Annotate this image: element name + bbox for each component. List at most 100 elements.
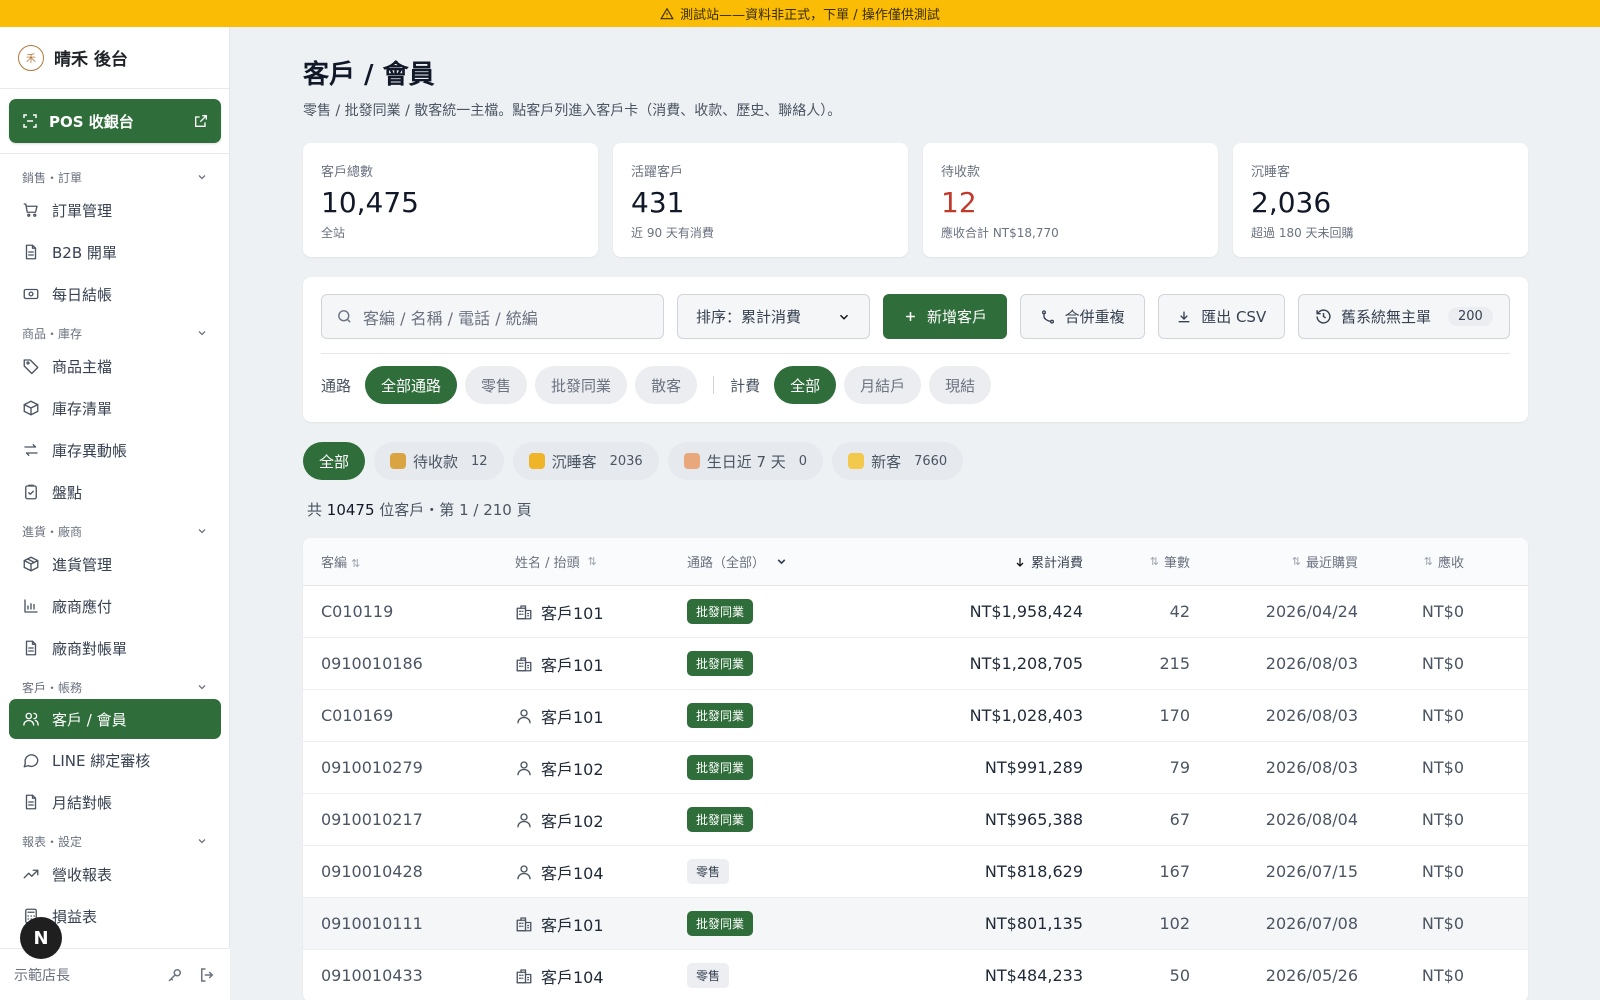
sidebar-item[interactable]: 盤點	[0, 471, 221, 513]
sidebar-item[interactable]: B2B 開單	[0, 231, 221, 273]
table-row[interactable]: C010169 客戶101 批發同業 NT$1,028,403 170 2026/08/0…	[303, 690, 1528, 742]
col-receivable[interactable]: ⇅ 應收	[1358, 552, 1464, 571]
cell-name: 客戶101	[515, 652, 687, 676]
nav-section-header[interactable]: 客戶・帳務	[0, 675, 230, 699]
segment-count: 7660	[914, 453, 948, 469]
nav-section-header[interactable]: 商品・庫存	[0, 321, 230, 345]
cell-code: 0910010111	[321, 914, 423, 933]
sidebar-item-label: 訂單管理	[52, 201, 113, 220]
col-name[interactable]: 姓名 / 抬頭 ⇅	[515, 552, 687, 571]
table-row[interactable]: 0910010279 客戶102 批發同業 NT$991,289 79 2026/08/0…	[303, 742, 1528, 794]
nav-section-label: 銷售・訂單	[22, 170, 83, 185]
user-avatar[interactable]: N	[20, 917, 62, 959]
sidebar-item[interactable]: 商品主檔	[0, 345, 221, 387]
result-summary: 共 10475 位客戶・第 1 / 210 頁	[307, 499, 532, 520]
sort-select-value: 排序：累計消費	[695, 308, 801, 326]
export-csv-button[interactable]: 匯出 CSV	[1157, 294, 1285, 339]
col-last-purchase[interactable]: ⇅ 最近購買	[1190, 552, 1358, 571]
col-spend[interactable]: 累計消費	[887, 552, 1083, 571]
cell-spend: NT$1,958,424	[969, 602, 1083, 621]
nav-section-header[interactable]: 報表・設定	[0, 829, 230, 853]
sidebar-item[interactable]: 訂單管理	[0, 189, 221, 231]
nav-section-header[interactable]: 銷售・訂單	[0, 165, 230, 189]
stat-label: 待收款	[941, 165, 981, 180]
customer-name: 客戶104	[541, 967, 604, 987]
chevron-down-icon	[198, 839, 206, 844]
sort-icon: ⇅	[1149, 555, 1159, 568]
channel-pill[interactable]: 全部通路	[365, 366, 458, 404]
search-input[interactable]: 客編 / 名稱 / 電話 / 統編	[321, 294, 664, 339]
billing-pill[interactable]: 現結	[929, 366, 992, 404]
segment-chip[interactable]: 待收款 12	[374, 442, 504, 480]
billing-pill[interactable]: 全部	[774, 366, 837, 404]
cell-spend: NT$1,028,403	[969, 706, 1083, 725]
sidebar-item[interactable]: 庫存清單	[0, 387, 221, 429]
nav-section-header[interactable]: 進貨・廠商	[0, 519, 230, 543]
merge-duplicates-button[interactable]: 合併重複	[1019, 294, 1145, 339]
segment-label: 沉睡客	[551, 452, 597, 471]
cell-spend: NT$991,289	[984, 758, 1083, 777]
segment-chip[interactable]: 生日近 7 天 0	[667, 442, 824, 480]
person-icon	[517, 864, 531, 879]
cell-code: 0910010186	[321, 654, 423, 673]
table-row[interactable]: 0910010111 客戶101 批發同業 NT$801,135 102 2026/07/…	[303, 898, 1528, 950]
brand[interactable]: 禾 晴禾 後台	[0, 27, 229, 89]
sort-select[interactable]: 排序：累計消費	[676, 294, 871, 339]
cell-orders: 170	[1159, 706, 1190, 725]
sort-icon: ⇅	[587, 555, 597, 568]
cell-spend: NT$801,135	[984, 914, 1083, 933]
table-row[interactable]: 0910010433 客戶104 零售 NT$484,233 50 2026/05/26 N…	[303, 950, 1528, 1000]
nav-section-label: 商品・庫存	[22, 326, 83, 341]
history-icon	[1316, 309, 1331, 324]
export-label: 匯出 CSV	[1201, 308, 1267, 326]
segment-chip[interactable]: 沉睡客 2036	[512, 442, 659, 480]
sidebar-item[interactable]: 廠商對帳單	[0, 627, 221, 669]
channel-pill[interactable]: 散客	[635, 366, 698, 404]
col-channel[interactable]: 通路（全部）	[687, 552, 887, 571]
cart-icon	[23, 203, 38, 217]
stat-value: 10,475	[321, 186, 419, 219]
cell-spend: NT$1,208,705	[969, 654, 1083, 673]
add-customer-button[interactable]: 新增客戶	[883, 294, 1007, 339]
cell-channel: 批發同業	[687, 651, 887, 676]
cell-name: 客戶101	[515, 600, 687, 624]
table-row[interactable]: C010119 客戶101 批發同業 NT$1,958,424 42 2026/04/24…	[303, 586, 1528, 638]
stat-card: 待收款 12 應收合計 NT$18,770	[923, 143, 1218, 257]
sidebar-item[interactable]: 進貨管理	[0, 543, 221, 585]
table-row[interactable]: 0910010217 客戶102 批發同業 NT$965,388 67 2026/08/0…	[303, 794, 1528, 846]
legacy-orders-button[interactable]: 舊系統無主單 200	[1297, 294, 1510, 339]
table-row[interactable]: 0910010428 客戶104 零售 NT$818,629 167 2026/07/15…	[303, 846, 1528, 898]
sidebar-item-label: 盤點	[52, 483, 83, 502]
segment-label: 全部	[319, 452, 350, 471]
col-code[interactable]: 客編 ⇅	[303, 552, 515, 571]
cell-code: 0910010433	[321, 966, 423, 985]
segment-chip[interactable]: 新客 7660	[832, 442, 964, 480]
sidebar-item[interactable]: 客戶 / 會員	[9, 699, 221, 739]
key-icon[interactable]	[166, 966, 184, 984]
channel-pill[interactable]: 零售	[465, 366, 528, 404]
trend-icon	[23, 869, 39, 879]
sidebar-item[interactable]: 每日結帳	[0, 273, 221, 315]
customer-name: 客戶101	[541, 915, 604, 935]
channel-pill[interactable]: 批發同業	[535, 366, 628, 404]
sidebar: 禾 晴禾 後台 POS 收銀台 銷售・訂單訂單管理 B2B 開單 每日結帳商品・庫存…	[0, 27, 230, 1000]
segment-emoji-icon	[528, 453, 545, 469]
cell-name: 客戶104	[515, 964, 687, 988]
segment-chip[interactable]: 全部	[303, 442, 366, 480]
chevron-down-icon	[198, 685, 206, 690]
person-icon	[517, 812, 531, 827]
sidebar-item[interactable]: 庫存異動帳	[0, 429, 221, 471]
cell-orders: 102	[1159, 914, 1190, 933]
table-row[interactable]: 0910010186 客戶101 批發同業 NT$1,208,705 215 2026/0…	[303, 638, 1528, 690]
pos-register-button[interactable]: POS 收銀台	[9, 99, 221, 143]
cell-name: 客戶101	[515, 912, 687, 936]
sidebar-item[interactable]: 月結對帳	[0, 781, 221, 823]
channel-badge: 批發同業	[687, 911, 754, 936]
sidebar-item[interactable]: LINE 綁定審核	[0, 739, 221, 781]
col-orders[interactable]: ⇅ 筆數	[1083, 552, 1190, 571]
billing-pill[interactable]: 月結戶	[844, 366, 922, 404]
sidebar-item[interactable]: 廠商應付	[0, 585, 221, 627]
sidebar-item[interactable]: 營收報表	[0, 853, 221, 895]
logout-icon[interactable]	[198, 966, 216, 984]
cell-orders: 215	[1159, 654, 1190, 673]
